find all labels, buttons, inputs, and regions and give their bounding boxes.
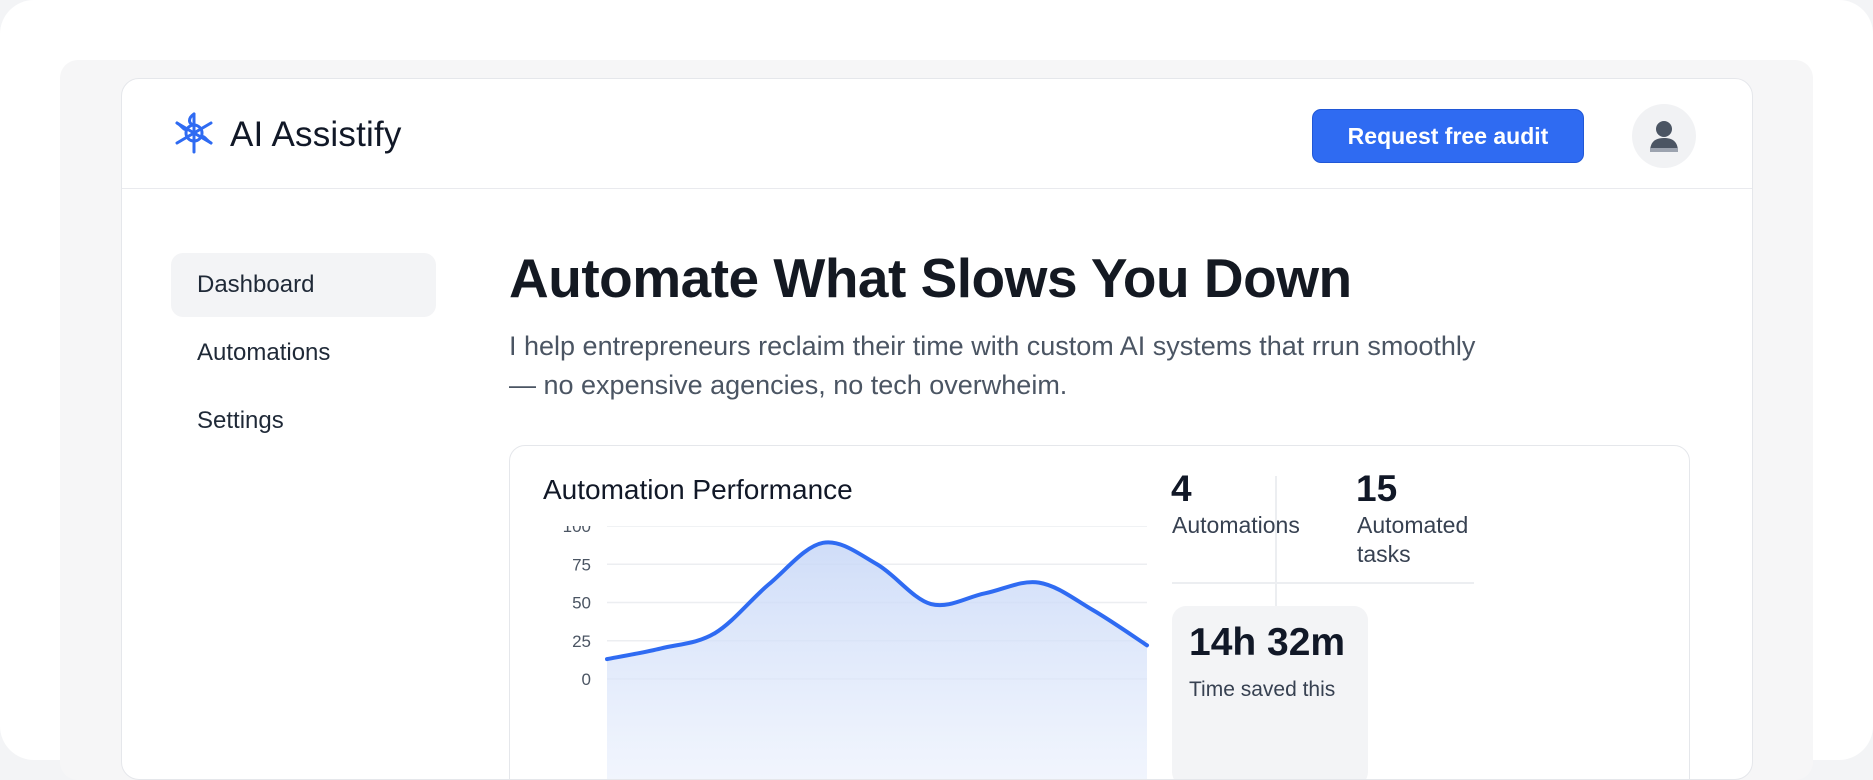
sidebar-item-automations[interactable]: Automations <box>171 321 436 385</box>
stats-divider <box>1172 582 1474 584</box>
sidebar-item-dashboard[interactable]: Dashboard <box>171 253 436 317</box>
app-window: AI Assistify Request free audit Dashboar… <box>121 78 1753 780</box>
brand-name: AI Assistify <box>230 115 402 154</box>
y-tick-label: 0 <box>582 670 591 689</box>
page-subtitle: I help entrepreneurs reclaim their time … <box>509 331 1476 400</box>
time-saved-box: 14h 32m Time saved this <box>1172 606 1368 779</box>
automations-count: 4 <box>1171 468 1192 509</box>
sidebar-nav: Dashboard Automations Settings <box>171 253 436 457</box>
request-audit-button[interactable]: Request free audit <box>1312 109 1584 163</box>
y-tick-label: 100 <box>563 526 591 536</box>
header: AI Assistify Request free audit <box>122 79 1752 189</box>
sparkle-icon <box>175 112 213 154</box>
time-saved-value: 14h 32m <box>1189 621 1346 664</box>
performance-card: Automation Performance 100 75 50 25 0 4 Auto… <box>509 445 1690 779</box>
page-title: Automate What Slows You Down <box>509 247 1352 309</box>
y-tick-label: 75 <box>572 555 591 574</box>
user-icon <box>1650 121 1678 152</box>
automations-label: Automations <box>1172 512 1300 538</box>
y-tick-label: 25 <box>572 632 591 651</box>
automated-tasks-label: Automated tasks <box>1357 512 1469 567</box>
automated-tasks-count: 15 <box>1356 468 1398 509</box>
y-tick-label: 50 <box>572 594 591 613</box>
performance-area <box>607 542 1147 779</box>
chart-title: Automation Performance <box>543 474 853 505</box>
performance-chart: 100 75 50 25 0 <box>563 526 1149 779</box>
time-saved-label: Time saved this <box>1189 678 1336 701</box>
sidebar-item-settings[interactable]: Settings <box>171 389 436 453</box>
avatar[interactable] <box>1632 104 1696 168</box>
